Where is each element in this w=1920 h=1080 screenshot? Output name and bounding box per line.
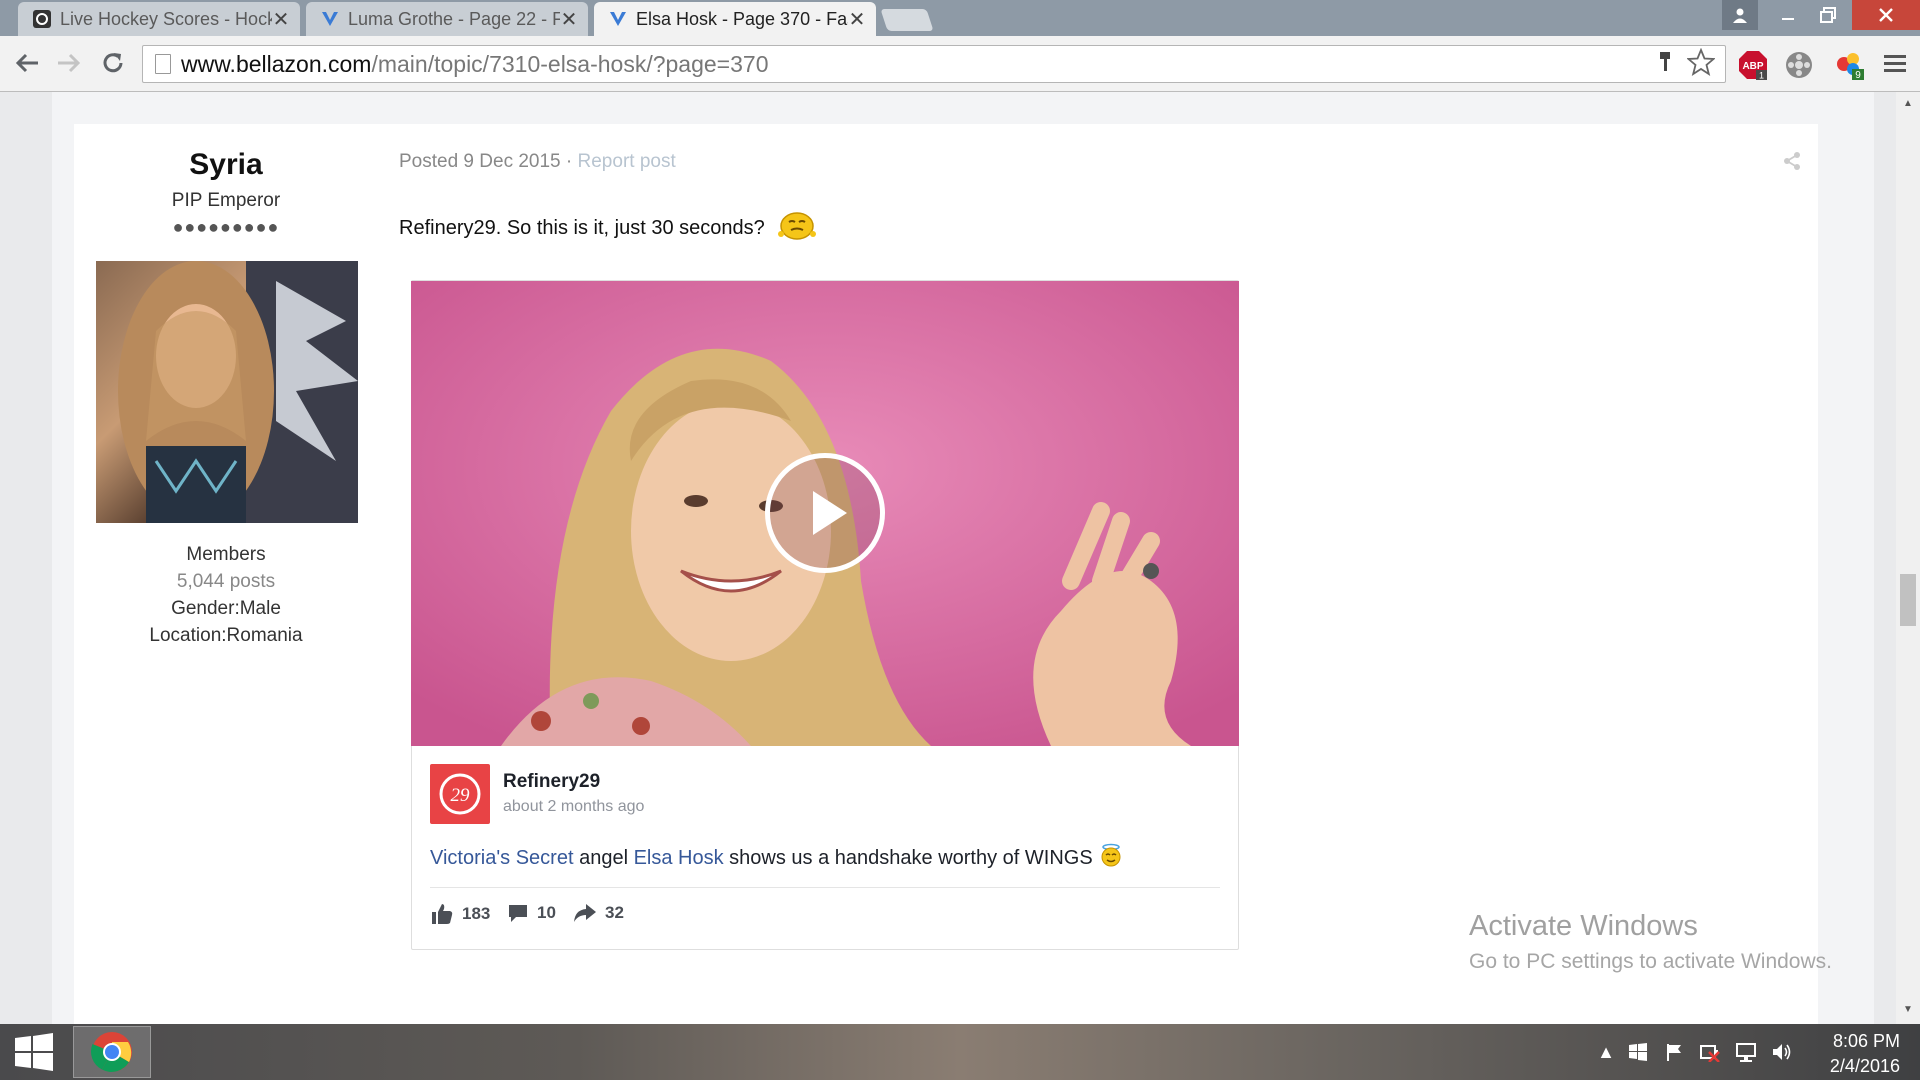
activate-windows-subtitle: Go to PC settings to activate Windows. (1469, 950, 1832, 973)
like-count-value: 183 (462, 904, 491, 923)
author-group: Members (186, 544, 266, 565)
author-rank: PIP Emperor (171, 190, 281, 211)
key-icon[interactable] (1657, 51, 1673, 78)
avatar[interactable] (96, 261, 358, 523)
elsa-hosk-link[interactable]: Elsa Hosk (634, 847, 724, 869)
comment-icon (509, 905, 527, 922)
scrollbar[interactable] (1896, 92, 1920, 1024)
tab-luma-grothe[interactable]: Luma Grothe - Page 22 - F ✕ (306, 2, 588, 36)
share-count[interactable]: 32 (573, 902, 624, 924)
author-name[interactable]: Syria (95, 148, 357, 182)
caption-text: shows us a handshake worthy of WINGS (723, 846, 1093, 869)
bellazon-favicon-icon (608, 9, 628, 29)
fb-timestamp[interactable]: about 2 months ago (503, 798, 644, 816)
scroll-thumb[interactable] (1900, 574, 1916, 626)
play-icon (813, 491, 847, 535)
clock-date[interactable]: 2/4/2016 (1800, 1056, 1900, 1077)
post-meta: Posted 9 Dec 2015 · Report post (399, 151, 676, 173)
tab-title: Live Hockey Scores - Hock (60, 8, 272, 29)
victorias-secret-link[interactable]: Victoria's Secret (430, 847, 574, 869)
reload-icon[interactable] (98, 48, 128, 78)
comment-count-value: 10 (537, 903, 556, 922)
menu-hamburger-icon[interactable] (1882, 50, 1912, 80)
fb-page-name[interactable]: Refinery29 (503, 771, 600, 793)
back-arrow-icon[interactable] (12, 48, 42, 78)
windows-store-icon[interactable] (1626, 1040, 1650, 1064)
thumbs-up-icon (432, 904, 453, 924)
fb-caption: Victoria's Secret angel Elsa Hosk shows … (430, 843, 1123, 873)
rank-pips: ●●●●●●●●● (172, 217, 280, 237)
meta-separator: · (560, 151, 578, 172)
close-icon[interactable]: ✕ (560, 7, 578, 32)
film-reel-icon[interactable] (1784, 50, 1814, 80)
caption-text: angel (573, 846, 634, 869)
comment-count[interactable]: 10 (507, 902, 556, 924)
url-host: www.bellazon.com (181, 50, 372, 77)
tray-expand-icon[interactable]: ▲ (1594, 1040, 1618, 1064)
play-button[interactable] (765, 453, 885, 573)
share-arrow-icon (574, 904, 596, 922)
report-post-link[interactable]: Report post (578, 151, 676, 172)
restore-icon[interactable] (1808, 0, 1848, 30)
author-post-count[interactable]: 5,044 posts (95, 571, 357, 593)
post-body: Refinery29. So this is it, just 30 secon… (399, 208, 817, 248)
colorful-extension-icon[interactable]: 9 (1834, 50, 1864, 81)
divider (430, 887, 1220, 888)
bellazon-favicon-icon (320, 9, 340, 29)
chrome-taskbar-button[interactable] (73, 1026, 151, 1078)
like-count[interactable]: 183 (430, 902, 490, 926)
ext-badge: 9 (1855, 70, 1861, 80)
browser-toolbar: www.bellazon.com /main/topic/7310-elsa-h… (0, 36, 1920, 92)
angel-emoji-icon (1099, 843, 1123, 873)
user-profile-icon[interactable] (1722, 0, 1758, 30)
share-count-value: 32 (605, 903, 624, 922)
address-bar[interactable]: www.bellazon.com /main/topic/7310-elsa-h… (142, 45, 1726, 83)
emoticon-icon (777, 208, 817, 248)
hockey-favicon-icon (32, 9, 52, 29)
tab-strip: Live Hockey Scores - Hock ✕ Luma Grothe … (0, 0, 1920, 36)
clock-time[interactable]: 8:06 PM (1800, 1031, 1900, 1052)
tab-title: Luma Grothe - Page 22 - F (348, 8, 560, 29)
author-location: Location:Romania (149, 625, 303, 646)
post-text: Refinery29. So this is it, just 30 secon… (399, 216, 765, 239)
bookmark-star-icon[interactable] (1686, 47, 1716, 81)
svg-text:29: 29 (451, 785, 471, 806)
start-button[interactable] (0, 1024, 68, 1080)
minimize-icon[interactable] (1768, 0, 1808, 30)
scroll-down-icon[interactable]: ▼ (1900, 1004, 1916, 1015)
close-window-icon[interactable] (1852, 0, 1920, 30)
scroll-up-icon[interactable]: ▲ (1900, 98, 1916, 109)
close-icon[interactable]: ✕ (848, 7, 866, 32)
abp-badge: 1 (1759, 71, 1764, 81)
battery-warning-icon[interactable] (1698, 1040, 1722, 1064)
refinery29-logo-icon[interactable]: 29 (430, 764, 490, 824)
tab-live-hockey[interactable]: Live Hockey Scores - Hock ✕ (18, 2, 300, 36)
action-center-flag-icon[interactable] (1662, 1040, 1686, 1064)
author-gender: Gender:Male (171, 598, 281, 619)
adblock-plus-icon[interactable]: ABP 1 (1738, 50, 1768, 81)
chrome-icon (90, 1032, 132, 1072)
new-tab-button[interactable] (880, 9, 934, 31)
close-icon[interactable]: ✕ (272, 7, 290, 32)
tab-elsa-hosk[interactable]: Elsa Hosk - Page 370 - Fasl ✕ (594, 2, 876, 36)
url-path: /main/topic/7310-elsa-hosk/?page=370 (371, 50, 769, 77)
activate-windows-title: Activate Windows (1469, 910, 1698, 942)
forward-arrow-icon[interactable] (54, 48, 84, 78)
post-date[interactable]: Posted 9 Dec 2015 (399, 151, 561, 172)
page-icon (155, 54, 171, 74)
share-icon[interactable] (1782, 151, 1802, 171)
windows-logo-icon (15, 1033, 53, 1071)
tab-title: Elsa Hosk - Page 370 - Fasl (636, 8, 848, 29)
network-icon[interactable] (1734, 1040, 1758, 1064)
volume-icon[interactable] (1770, 1040, 1794, 1064)
